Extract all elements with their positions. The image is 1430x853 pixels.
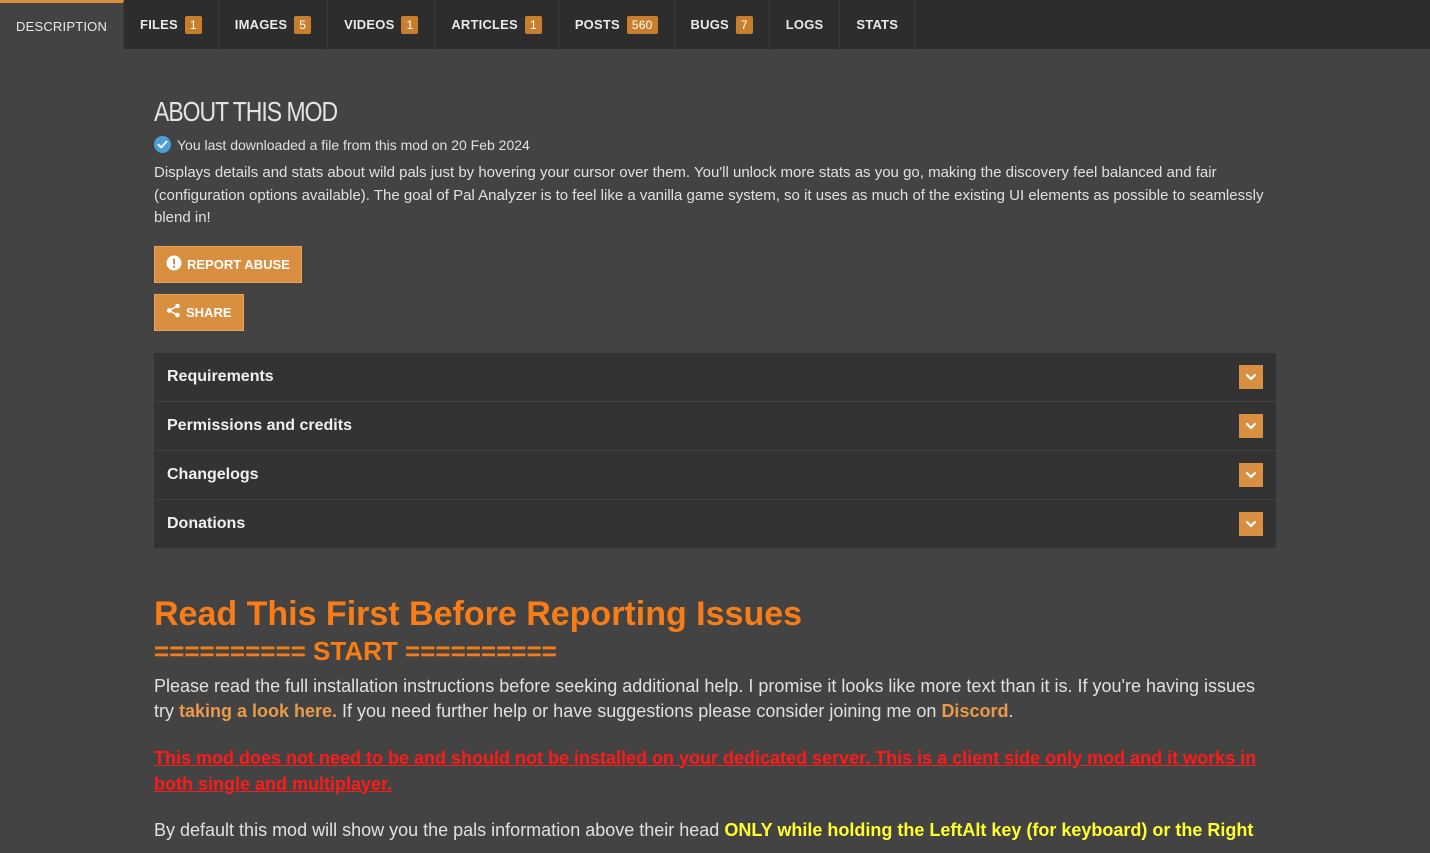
tab-description[interactable]: DESCRIPTION <box>0 0 125 49</box>
tab-images[interactable]: IMAGES 5 <box>219 0 329 49</box>
tab-logs[interactable]: LOGS <box>770 0 841 49</box>
accordion-changelogs[interactable]: Changelogs <box>154 451 1276 500</box>
tab-label: DESCRIPTION <box>16 18 108 34</box>
tab-files[interactable]: FILES 1 <box>124 0 219 49</box>
accordion-label: Permissions and credits <box>167 416 352 434</box>
tab-posts[interactable]: POSTS 560 <box>559 0 675 49</box>
tab-label: STATS <box>856 17 899 32</box>
tab-label: IMAGES <box>234 17 288 32</box>
report-abuse-label: REPORT ABUSE <box>187 256 290 272</box>
instructions-paragraph: Please read the full installation instru… <box>154 674 1276 724</box>
count-badge: 1 <box>184 15 202 34</box>
help-link[interactable]: taking a look here. <box>179 701 337 721</box>
chevron-down-icon[interactable] <box>1239 511 1263 536</box>
report-abuse-button[interactable]: REPORT ABUSE <box>154 245 302 283</box>
count-badge: 5 <box>294 15 312 34</box>
paragraph-text: . <box>1008 700 1014 721</box>
count-badge: 1 <box>401 15 419 34</box>
tab-bugs[interactable]: BUGS 7 <box>675 0 770 49</box>
download-note: You last downloaded a file from this mod… <box>154 136 1276 153</box>
check-circle-icon <box>154 136 171 153</box>
count-badge: 560 <box>626 15 658 34</box>
tab-videos[interactable]: VIDEOS 1 <box>328 0 436 49</box>
mod-description: Displays details and stats about wild pa… <box>154 164 1264 226</box>
discord-link[interactable]: Discord <box>941 701 1008 721</box>
count-badge: 7 <box>735 15 753 34</box>
accordion-label: Changelogs <box>167 465 259 483</box>
paragraph-text: If you need further help or have suggest… <box>337 700 942 721</box>
chevron-down-icon[interactable] <box>1239 364 1263 389</box>
accordion: Requirements Permissions and credits Cha… <box>154 352 1276 548</box>
paragraph-text: By default this mod will show you the pa… <box>154 819 725 840</box>
tab-label: LOGS <box>785 17 824 32</box>
page-title: ABOUT THIS MOD <box>154 96 338 127</box>
tab-label: VIDEOS <box>344 17 395 32</box>
tab-stats[interactable]: STATS <box>840 0 916 49</box>
share-label: SHARE <box>186 304 232 320</box>
accordion-donations[interactable]: Donations <box>154 500 1276 548</box>
accordion-requirements[interactable]: Requirements <box>154 353 1276 402</box>
tab-label: BUGS <box>690 17 729 32</box>
start-marker: ========== START ========== <box>154 635 557 666</box>
share-icon <box>166 303 186 321</box>
accordion-label: Requirements <box>167 367 274 385</box>
accordion-permissions[interactable]: Permissions and credits <box>154 402 1276 451</box>
highlighted-text: ONLY while holding the LeftAlt key (for … <box>724 819 1254 840</box>
server-warning: This mod does not need to be and should … <box>154 747 1257 794</box>
article-heading: Read This First Before Reporting Issues <box>154 594 803 633</box>
tab-bar: DESCRIPTION FILES 1 IMAGES 5 VIDEOS 1 AR… <box>0 0 1430 49</box>
tab-label: ARTICLES <box>451 17 518 32</box>
share-button[interactable]: SHARE <box>154 293 244 331</box>
alert-icon <box>166 255 187 274</box>
chevron-down-icon[interactable] <box>1239 413 1263 438</box>
tab-articles[interactable]: ARTICLES 1 <box>435 0 559 49</box>
accordion-label: Donations <box>167 514 246 532</box>
tab-label: POSTS <box>574 17 620 32</box>
default-behavior-paragraph: By default this mod will show you the pa… <box>154 818 1276 843</box>
count-badge: 1 <box>524 15 542 34</box>
download-note-text: You last downloaded a file from this mod… <box>177 136 530 153</box>
tab-label: FILES <box>140 17 178 32</box>
chevron-down-icon[interactable] <box>1239 462 1263 487</box>
main-content: ABOUT THIS MOD You last downloaded a fil… <box>154 94 1276 843</box>
